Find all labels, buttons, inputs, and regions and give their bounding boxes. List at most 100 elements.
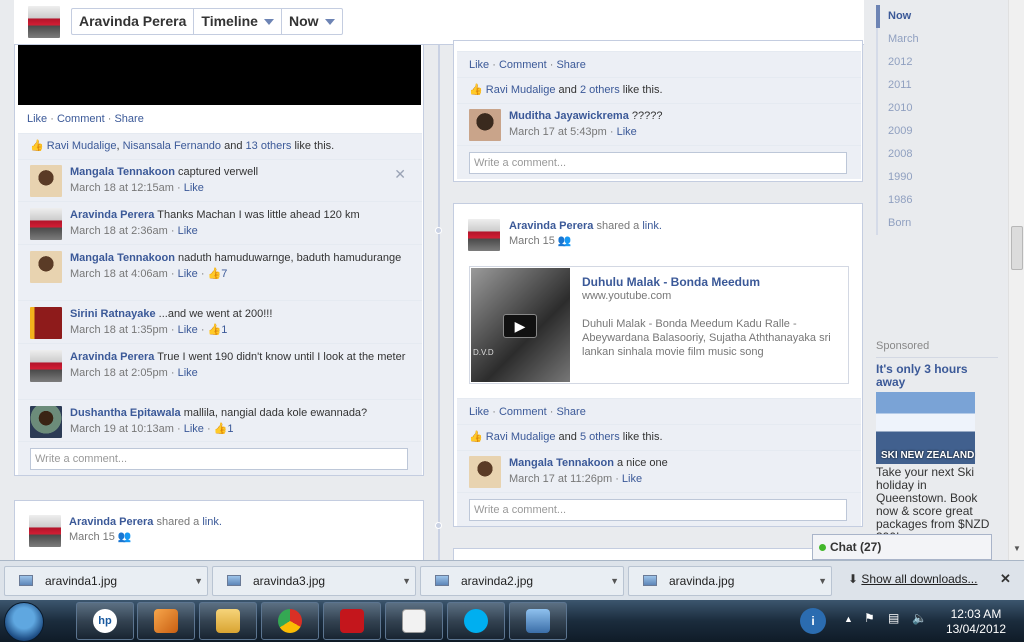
like-count[interactable]: 1 (221, 324, 227, 336)
like-link[interactable]: Like (27, 113, 47, 125)
commenter-name[interactable]: Aravinda Perera (70, 209, 154, 221)
avatar[interactable] (29, 515, 61, 547)
network-icon[interactable]: ▤ (888, 611, 899, 625)
avatar[interactable] (30, 165, 62, 197)
comment-like-link[interactable]: Like (178, 225, 198, 237)
taskbar-app-chrome[interactable] (261, 602, 319, 640)
commenter-name[interactable]: Mangala Tennakoon (70, 252, 175, 264)
liker-link[interactable]: Nisansala Fernando (123, 140, 221, 152)
taskbar-app-hp[interactable]: hp (76, 602, 134, 640)
comment-like-link[interactable]: Like (184, 182, 204, 194)
nav-2010[interactable]: 2010 (876, 97, 996, 120)
ad-image[interactable]: SKI NEW ZEALAND (876, 392, 975, 464)
avatar[interactable] (30, 208, 62, 240)
start-button[interactable] (4, 602, 44, 642)
commenter-name[interactable]: Sirini Ratnayake (70, 308, 156, 320)
nav-1986[interactable]: 1986 (876, 189, 996, 212)
like-link[interactable]: Like (469, 59, 489, 71)
like-count[interactable]: 7 (221, 268, 227, 280)
commenter-name[interactable]: Muditha Jayawickrema (509, 110, 629, 122)
ad-body[interactable]: Take your next Ski holiday in Queenstown… (876, 466, 998, 544)
comment-like-link[interactable]: Like (617, 126, 637, 138)
comment-link[interactable]: Comment (57, 113, 105, 125)
chevron-down-icon[interactable]: ▼ (610, 567, 619, 595)
avatar[interactable] (469, 109, 501, 141)
video-thumbnail[interactable]: D.V.D ▶ (471, 268, 570, 382)
share-link[interactable]: Share (556, 406, 585, 418)
avatar[interactable] (469, 456, 501, 488)
commenter-name[interactable]: Aravinda Perera (70, 351, 154, 363)
comment-like-link[interactable]: Like (622, 473, 642, 485)
liker-link[interactable]: Ravi Mudalige (47, 140, 117, 152)
close-icon[interactable]: ✕ (1000, 571, 1011, 587)
scrollbar-thumb[interactable] (1011, 226, 1023, 270)
nav-2009[interactable]: 2009 (876, 120, 996, 143)
download-item[interactable]: aravinda3.jpg ▼ (212, 566, 416, 596)
comment-like-link[interactable]: Like (184, 423, 204, 435)
post-photo[interactable] (18, 45, 421, 105)
now-dropdown[interactable]: Now (282, 9, 342, 34)
like-link[interactable]: Like (469, 406, 489, 418)
download-item[interactable]: aravinda.jpg ▼ (628, 566, 832, 596)
poster-name[interactable]: Aravinda Perera (509, 220, 593, 232)
share-link[interactable]: Share (556, 59, 585, 71)
others-link[interactable]: 13 others (246, 140, 292, 152)
info-icon[interactable]: i (800, 608, 826, 634)
taskbar-app-acrobat[interactable] (323, 602, 381, 640)
video-title[interactable]: Duhulu Malak - Bonda Meedum (582, 275, 842, 289)
shared-link[interactable]: link. (642, 220, 662, 232)
nav-1990[interactable]: 1990 (876, 166, 996, 189)
vertical-scrollbar[interactable]: ▼ (1008, 0, 1024, 560)
nav-march[interactable]: March (876, 28, 996, 51)
shared-video-preview[interactable]: D.V.D ▶ Duhulu Malak - Bonda Meedum www.… (469, 266, 849, 384)
share-link[interactable]: Share (114, 113, 143, 125)
nav-now[interactable]: Now (876, 5, 996, 28)
liker-link[interactable]: Ravi Mudalige (486, 431, 556, 443)
avatar[interactable] (468, 219, 500, 251)
write-comment-input[interactable]: Write a comment... (469, 499, 847, 521)
nav-2011[interactable]: 2011 (876, 74, 996, 97)
system-clock[interactable]: 12:03 AM 13/04/2012 (946, 607, 1006, 637)
chevron-down-icon[interactable]: ▼ (818, 567, 827, 595)
like-count[interactable]: 1 (227, 423, 233, 435)
chevron-down-icon[interactable]: ▼ (194, 567, 203, 595)
others-link[interactable]: 5 others (580, 431, 620, 443)
avatar[interactable] (30, 350, 62, 382)
chat-bar[interactable]: Chat (27) (812, 534, 992, 560)
taskbar-app-media[interactable] (137, 602, 195, 640)
nav-2008[interactable]: 2008 (876, 143, 996, 166)
nav-born[interactable]: Born (876, 212, 996, 235)
chevron-down-icon[interactable]: ▼ (402, 567, 411, 595)
liker-link[interactable]: Ravi Mudalige (486, 84, 556, 96)
taskbar-app-pdf[interactable] (385, 602, 443, 640)
poster-name[interactable]: Aravinda Perera (69, 516, 153, 528)
taskbar-app-explorer[interactable] (199, 602, 257, 640)
write-comment-input[interactable]: Write a comment... (30, 448, 408, 470)
play-icon[interactable]: ▶ (503, 314, 537, 338)
ad-title[interactable]: It's only 3 hours away (876, 363, 998, 389)
write-comment-input[interactable]: Write a comment... (469, 152, 847, 174)
download-item[interactable]: aravinda1.jpg ▼ (4, 566, 208, 596)
taskbar-app-skype[interactable] (447, 602, 505, 640)
taskbar-app-images[interactable] (509, 602, 567, 640)
comment-like-link[interactable]: Like (178, 367, 198, 379)
show-all-downloads[interactable]: ⬇ Show all downloads... (848, 572, 977, 586)
comment-like-link[interactable]: Like (178, 268, 198, 280)
avatar[interactable] (30, 406, 62, 438)
profile-name-button[interactable]: Aravinda Perera (72, 9, 195, 34)
avatar[interactable] (30, 251, 62, 283)
friends-audience-icon[interactable]: 👥 (118, 531, 132, 543)
scroll-down-icon[interactable]: ▼ (1013, 544, 1021, 553)
commenter-name[interactable]: Mangala Tennakoon (70, 166, 175, 178)
friends-audience-icon[interactable]: 👥 (558, 235, 572, 247)
shared-link[interactable]: link. (202, 516, 222, 528)
others-link[interactable]: 2 others (580, 84, 620, 96)
download-item[interactable]: aravinda2.jpg ▼ (420, 566, 624, 596)
comment-link[interactable]: Comment (499, 59, 547, 71)
timeline-dropdown[interactable]: Timeline (194, 9, 282, 34)
comment-link[interactable]: Comment (499, 406, 547, 418)
show-hidden-icons-icon[interactable]: ▲ (844, 614, 853, 624)
avatar[interactable] (30, 307, 62, 339)
profile-avatar[interactable] (28, 6, 60, 38)
commenter-name[interactable]: Dushantha Epitawala (70, 407, 181, 419)
